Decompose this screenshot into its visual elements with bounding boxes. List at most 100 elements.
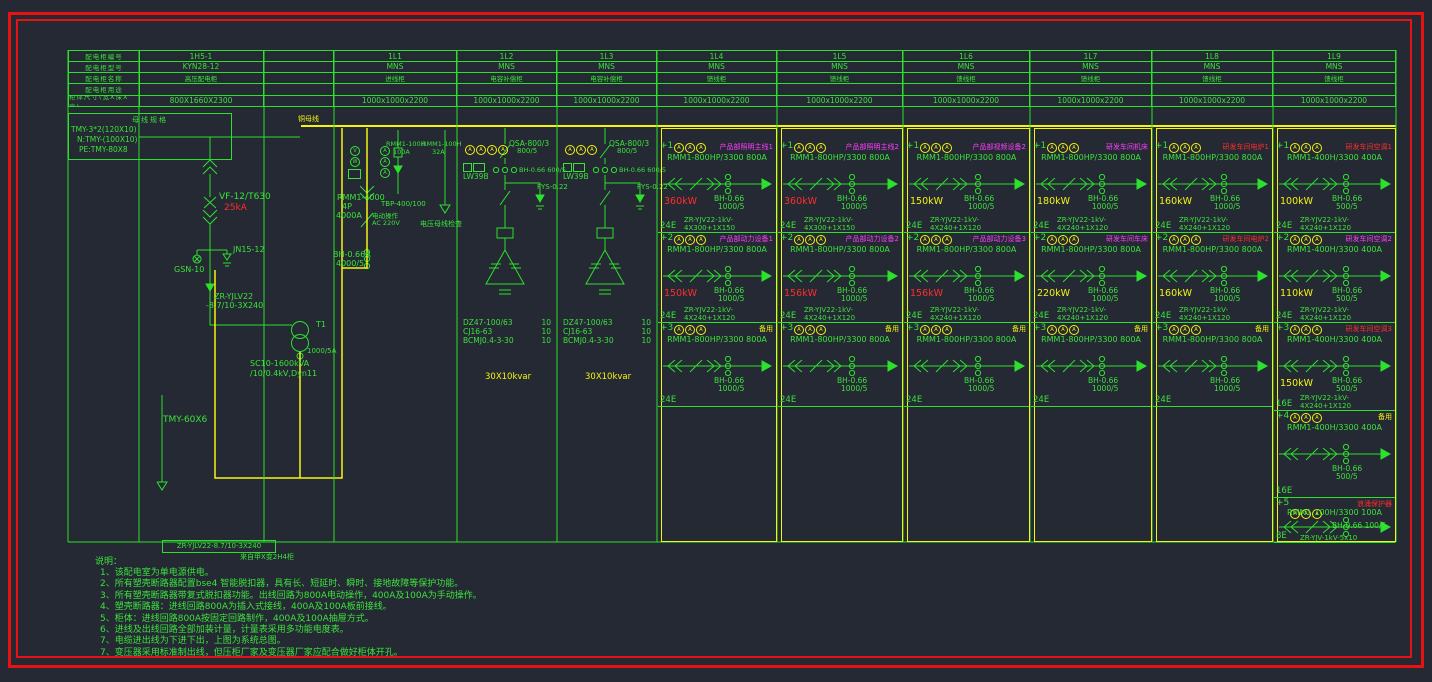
header-cell: 电容补偿柜 <box>457 73 557 84</box>
header-cell <box>139 84 264 95</box>
ammeter-icon: A <box>1312 235 1322 245</box>
circuit-oneline-symbols <box>1035 174 1147 194</box>
circuit-breaker-label: RMM1-800HP/3300 800A <box>778 153 902 162</box>
feeder-circuit: +1AAA研发车间空调1RMM1-400H/3300 400A100kWBH-0… <box>1274 140 1395 233</box>
busbar-spec-title: 母线规格 <box>71 115 229 125</box>
header-cell: 1000x1000x2200 <box>334 96 457 107</box>
circuit-tag: +3 <box>906 323 919 333</box>
circuit-module-count: 24E <box>660 221 676 231</box>
ammeter-icon: A <box>816 143 826 153</box>
circuit-breaker-label: RMM1-800HP/3300 800A <box>658 245 776 254</box>
meter-icon: A <box>565 145 575 155</box>
circuit-cable-spec: ZR-YJV22-1kV-4X240+1X120 <box>804 306 902 322</box>
feeder-circuit: +2AAA产品部动力设备2RMM1-800HP/3300 800A156kWBH… <box>778 232 902 323</box>
cap-component-row: DZ47-100/6310 <box>563 318 651 327</box>
header-cell: 配电柜名称 <box>68 73 140 84</box>
controller-box-icon <box>473 163 485 172</box>
circuit-module-count: 24E <box>906 311 922 321</box>
ammeter-icon: A <box>1069 235 1079 245</box>
aux-breaker-rating: 100A <box>393 148 410 156</box>
bus-voltage-check-label: 电压母线检查 <box>420 219 462 229</box>
ammeter-icon: A <box>674 235 684 245</box>
ct-circle-icon <box>725 280 730 285</box>
header-cell: 馈线柜 <box>1273 73 1396 84</box>
hv-cable-label: ZR-YJLV22 <box>214 292 253 301</box>
ammeter-icon: A <box>920 325 930 335</box>
circuit-tag: +1 <box>1155 141 1168 151</box>
feeder-circuit: +1AAA产品部照明主线2RMM1-800HP/3300 800A360kWBH… <box>778 140 902 233</box>
circuit-module-count: 24E <box>780 221 796 231</box>
busbar-spec-box: 母线规格 TMY-3*2(120X10) N:TMY-(100X10) PE:T… <box>68 113 232 160</box>
symbol-stroke <box>1015 361 1024 371</box>
aux-breaker-model: RMM1-100H <box>386 140 426 148</box>
circuit-module-count: 24E <box>906 221 922 231</box>
ammeter-icon: A <box>696 325 706 335</box>
earth-switch-label: GSN-10 <box>174 265 204 274</box>
ammeter-icon: A <box>1290 235 1300 245</box>
ammeter-icon: A <box>1069 143 1079 153</box>
ammeter-icon: A <box>696 143 706 153</box>
circuit-cable-spec: ZR-YJV22-1kV-4X240+1X120 <box>1057 216 1151 232</box>
circuit-module-count: 24E <box>1033 311 1049 321</box>
ct-circle-icon <box>1099 266 1104 271</box>
ammeter-icon: A <box>920 143 930 153</box>
header-cell: 1000x1000x2200 <box>1030 96 1152 107</box>
circuit-module-count: 8E <box>1276 531 1287 541</box>
ammeter-icon: A <box>942 235 952 245</box>
circuit-oneline-symbols <box>1278 174 1391 194</box>
ct-circle-icon <box>1343 444 1348 449</box>
feeder-circuit: +4AAA备用RMM1-400H/3300 400ABH-0.66500/516… <box>1274 410 1395 498</box>
circuit-oneline-symbols <box>782 174 898 194</box>
circuit-ct-ratio: 1000/5 <box>718 294 744 303</box>
switchgear-schedule-table: 配电柜编号1H5-11L11L21L31L41L51L61L71L81L9配电柜… <box>68 50 1396 107</box>
surge-filter-label: TBP-400/100 <box>381 200 426 208</box>
circuit-label: 研发车间机床 <box>1106 142 1148 152</box>
header-cell <box>657 84 777 95</box>
cap-component-qty: 10 <box>641 327 651 336</box>
ct-circle-icon <box>1343 266 1348 271</box>
ct-circle-icon <box>975 174 980 179</box>
header-cell <box>264 84 334 95</box>
cap-component-row: CJ16-6310 <box>563 327 651 336</box>
cap-controller-model: LW39B <box>463 172 489 181</box>
circuit-cable-spec: ZR-YJV22-1kV-4X300+1X150 <box>804 216 902 232</box>
meter-icon: A <box>380 146 390 156</box>
cap-component-qty: 10 <box>641 318 651 327</box>
circuit-ct-ratio: 1000/5 <box>1092 202 1118 211</box>
circuit-label: 研发车间电炉1 <box>1223 142 1269 152</box>
busbar-spec-line: PE:TMY-80X8 <box>71 145 229 155</box>
ammeter-icon: A <box>685 235 695 245</box>
circuit-label: 研发车间空调2 <box>1346 234 1392 244</box>
circuit-breaker-label: RMM1-800HP/3300 800A <box>904 335 1029 344</box>
circuit-load-kw: 220kW <box>1037 288 1070 299</box>
circuit-load-kw: 360kW <box>664 196 697 207</box>
header-cell: 馈线柜 <box>903 73 1030 84</box>
cap-component-qty: 10 <box>641 336 651 345</box>
ammeter-icon: A <box>942 143 952 153</box>
ammeter-icon: A <box>1169 143 1179 153</box>
circuit-oneline-symbols <box>782 356 898 376</box>
circuit-tag: +1 <box>1033 141 1046 151</box>
hv-breaker-label: VF-12/T630 <box>219 192 271 202</box>
circuit-module-count: 24E <box>1155 221 1171 231</box>
ct-circle-icon <box>1099 356 1104 361</box>
circuit-oneline-symbols <box>662 356 772 376</box>
circuit-label: 产品部动力设备2 <box>846 234 899 244</box>
circuit-breaker-label: RMM1-800HP/3300 800A <box>778 245 902 254</box>
circuit-cable-spec: ZR-YJV22-1kV-4X240+1X120 <box>1300 394 1395 410</box>
ammeter-icon: A <box>1047 143 1057 153</box>
circuit-load-kw: 160kW <box>1159 196 1192 207</box>
ammeter-icon: A <box>685 143 695 153</box>
header-cell: 进线柜 <box>334 73 457 84</box>
ammeter-icon: A <box>1191 143 1201 153</box>
circuit-tag: +4 <box>1276 411 1289 421</box>
ammeter-icon: A <box>1180 235 1190 245</box>
circuit-oneline-symbols <box>908 266 1025 286</box>
circuit-load-kw: 150kW <box>1280 378 1313 389</box>
lv-riser-label: TMY-60X6 <box>163 415 207 425</box>
symbol-stroke <box>1258 179 1267 189</box>
ammeter-icon: A <box>674 143 684 153</box>
circuit-ct-ratio: 500/5 <box>1336 294 1358 303</box>
ammeter-icon: A <box>1058 143 1068 153</box>
circuit-label: 备用 <box>1255 324 1269 334</box>
